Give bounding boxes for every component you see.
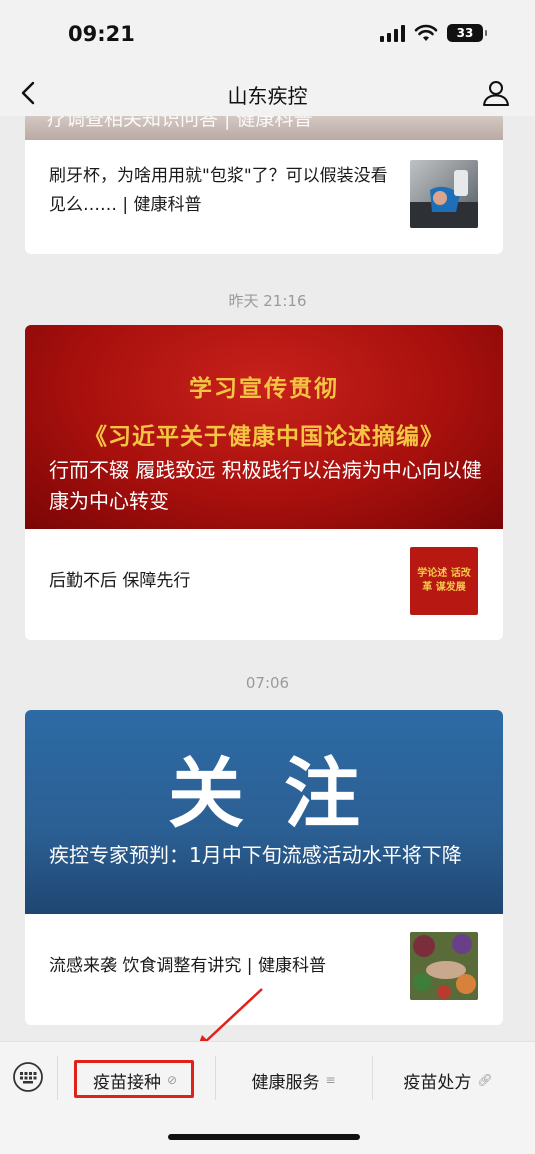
article-card[interactable]: 疗调查相关知识问答 | 健康科普 刷牙杯，为啥用用就"包浆"了？可以假装没看见么…: [25, 116, 503, 254]
keyboard-icon[interactable]: [12, 1061, 44, 1093]
timestamp: 昨天 21:16: [228, 292, 307, 310]
timestamp: 07:06: [245, 674, 290, 692]
signal-icon: [380, 24, 405, 42]
highlight-box: [74, 1060, 194, 1098]
cover-heading: 关注: [168, 749, 400, 838]
status-bar: 09:21 33: [0, 0, 535, 70]
article-cover[interactable]: 疗调查相关知识问答 | 健康科普: [25, 116, 503, 140]
article-thumbnail: [410, 160, 478, 228]
menu-item-label: 健康服务: [251, 1072, 320, 1093]
cover-title: 疾控专家预判：1月中下旬流感活动水平将下降: [49, 843, 462, 867]
article-thumbnail: [410, 932, 478, 1000]
article-item[interactable]: 后勤不后 保障先行 学论述 话改革 谋发展: [25, 529, 503, 640]
menu-item-label: 疫苗处方: [403, 1072, 472, 1093]
link-icon: 🔗︎: [477, 1073, 493, 1087]
article-cover[interactable]: 学习宣传贯彻 《习近平关于健康中国论述摘编》 行而不辍 履践致远 积极践行以治病…: [25, 325, 503, 529]
article-title: 后勤不后 保障先行: [49, 571, 191, 591]
menu-divider: [57, 1056, 58, 1100]
menu-item-vaccine-prescription[interactable]: 疫苗处方 🔗︎: [373, 1060, 523, 1100]
message-feed[interactable]: 疗调查相关知识问答 | 健康科普 刷牙杯，为啥用用就"包浆"了？可以假装没看见么…: [0, 116, 535, 1041]
nav-bar: 山东疾控: [0, 70, 535, 116]
cover-title: 行而不辍 履践致远 积极践行以治病为中心向以健康为中心转变: [49, 458, 482, 513]
article-thumbnail: 学论述 话改革 谋发展: [410, 547, 478, 615]
article-title: 刷牙杯，为啥用用就"包浆"了？可以假装没看见么…… | 健康科普: [49, 166, 388, 215]
article-title: 流感来袭 饮食调整有讲究 | 健康科普: [49, 956, 326, 976]
status-icons: 33: [380, 24, 487, 42]
article-cover[interactable]: 关注 疾控专家预判：1月中下旬流感活动水平将下降: [25, 710, 503, 914]
page-title: 山东疾控: [227, 84, 308, 108]
article-card[interactable]: 关注 疾控专家预判：1月中下旬流感活动水平将下降 流感来袭 饮食调整有讲究 | …: [25, 710, 503, 1025]
person-icon[interactable]: [481, 78, 511, 108]
status-time: 09:21: [68, 22, 135, 46]
cover-subheading: 《习近平关于健康中国论述摘编》: [84, 424, 444, 450]
home-indicator[interactable]: [168, 1134, 360, 1140]
cover-title: 疗调查相关知识问答 | 健康科普: [47, 116, 313, 130]
article-card[interactable]: 学习宣传贯彻 《习近平关于健康中国论述摘编》 行而不辍 履践致远 积极践行以治病…: [25, 325, 503, 640]
cover-heading: 学习宣传贯彻: [189, 376, 339, 402]
article-item[interactable]: 刷牙杯，为啥用用就"包浆"了？可以假装没看见么…… | 健康科普: [25, 140, 503, 254]
menu-item-health-services[interactable]: 健康服务 ≡: [216, 1060, 371, 1100]
thumbnail-text: 学论述 话改革 谋发展: [417, 568, 471, 593]
battery-icon: 33: [447, 24, 487, 42]
list-icon: ≡: [325, 1073, 336, 1087]
wifi-icon: [414, 24, 438, 41]
